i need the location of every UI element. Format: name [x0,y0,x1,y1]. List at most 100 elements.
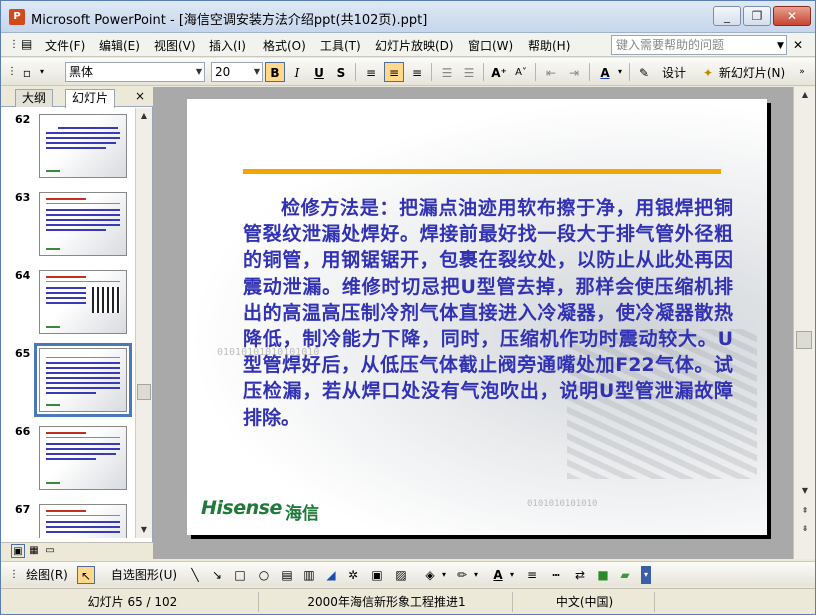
diagram-icon[interactable]: ✲ [345,566,361,584]
scroll-up-icon[interactable]: ▲ [136,108,152,124]
increase-font-icon[interactable]: A⁺ [489,62,509,82]
scroll-down-icon[interactable]: ▼ [797,483,813,499]
menu-view[interactable]: 视图(V) [154,37,196,54]
draw-menu-button[interactable]: 绘图(R) [19,566,75,584]
underline-button[interactable]: U [309,62,329,82]
document-icon[interactable]: ▤ [21,37,32,51]
menu-insert[interactable]: 插入(I) [209,37,246,54]
picture-icon[interactable]: ▨ [393,566,409,584]
toolbar-overflow-icon[interactable]: » [795,62,809,82]
restore-button[interactable]: ❐ [743,6,771,26]
thumbnail-64[interactable]: 64 [1,264,135,342]
slide-thumbnail[interactable] [39,270,127,334]
current-slide[interactable]: 01010101010101010 0101010101010 检修方法是：把漏… [187,99,767,535]
slide-thumbnail[interactable] [39,192,127,256]
line-icon[interactable]: ╲ [187,566,203,584]
slide-thumbnail[interactable] [39,426,127,490]
separator [483,63,484,81]
arrow-icon[interactable]: ↘ [209,566,225,584]
italic-button[interactable]: I [287,62,307,82]
increase-indent-icon[interactable]: ⇥ [564,62,584,82]
slide-sorter-icon[interactable]: ▦ [27,544,41,558]
help-dropdown-icon[interactable]: ▼ [777,41,784,51]
scroll-up-icon[interactable]: ▲ [797,87,813,103]
select-pointer-icon[interactable]: ↖ [77,566,95,584]
bullet-list-icon[interactable]: ☰ [459,62,479,82]
font-color-icon[interactable]: A [489,566,507,584]
scroll-thumb[interactable] [796,331,812,349]
font-name-select[interactable]: 黑体 ▼ [65,62,205,82]
wordart-icon[interactable]: ◢ [323,566,339,584]
slideshow-icon[interactable]: ▭ [43,544,57,558]
align-right-icon[interactable]: ≡ [407,62,427,82]
shadow-style-icon[interactable]: ■ [595,566,611,584]
next-slide-icon[interactable]: ⇟ [797,521,813,537]
clipart-icon[interactable]: ▣ [369,566,385,584]
panel-close-icon[interactable]: × [135,89,145,103]
font-color-icon[interactable]: A [595,62,615,82]
thumbnail-67[interactable]: 67 [1,498,135,538]
menu-slideshow[interactable]: 幻灯片放映(D) [375,37,454,54]
font-size-select[interactable]: 20 ▼ [211,62,263,82]
decrease-indent-icon[interactable]: ⇤ [541,62,561,82]
slide-body-text[interactable]: 检修方法是：把漏点油迹用软布擦于净，用银焊把铜管裂纹泄漏处焊好。焊接前最好找一段… [243,195,733,431]
new-slide-button[interactable]: 新幻灯片(N) [716,62,788,82]
tab-outline[interactable]: 大纲 [15,89,54,107]
chevron-down-icon: ▼ [253,67,260,76]
3d-style-icon[interactable]: ▰ [617,566,633,584]
slide-thumbnail[interactable] [39,504,127,538]
design-button[interactable]: 设计(S) [653,62,695,100]
normal-view-icon[interactable]: ▣ [11,544,25,558]
thumbnail-66[interactable]: 66 [1,420,135,498]
align-center-icon[interactable]: ≡ [384,62,404,82]
menu-edit[interactable]: 编辑(E) [99,37,140,54]
line-color-dropdown-icon[interactable]: ▾ [471,566,481,584]
powerpoint-window: P Microsoft PowerPoint - [海信空调安装方法介绍ppt(… [0,0,816,615]
textbox-icon[interactable]: ▤ [279,566,295,584]
dash-style-icon[interactable]: ┅ [547,566,565,584]
thumbnail-63[interactable]: 63 [1,186,135,264]
slide-number: 64 [15,269,31,282]
close-button[interactable]: ✕ [773,6,811,26]
font-color-dropdown-icon[interactable]: ▾ [615,62,625,82]
tab-slides[interactable]: 幻灯片 [65,89,116,108]
scroll-thumb[interactable] [137,384,151,400]
toolbar-options-icon[interactable]: ▾ [37,62,47,82]
new-document-icon[interactable]: ▫ [17,62,37,82]
powerpoint-app-icon[interactable]: P [9,9,25,25]
menu-window[interactable]: 窗口(W) [468,37,513,54]
scroll-down-icon[interactable]: ▼ [136,522,152,538]
slide-scrollbar[interactable]: ▲ ▼ ⇞ ⇟ [793,87,815,559]
shadow-button[interactable]: S [331,62,351,82]
fill-color-icon[interactable]: ◈ [421,566,439,584]
slide-thumbnail-selected[interactable] [34,343,132,417]
bold-button[interactable]: B [265,62,285,82]
menu-format[interactable]: 格式(O) [263,37,306,54]
line-style-icon[interactable]: ≡ [523,566,541,584]
thumbnail-scrollbar[interactable]: ▲ ▼ [135,108,152,538]
minimize-button[interactable]: _ [713,6,741,26]
status-bar: 幻灯片 65 / 102 2000年海信新形象工程推进1 中文(中国) [1,588,815,614]
font-color-dropdown-icon[interactable]: ▾ [507,566,517,584]
vertical-textbox-icon[interactable]: ▥ [301,566,317,584]
line-color-icon[interactable]: ✏ [453,566,471,584]
align-left-icon[interactable]: ≡ [361,62,381,82]
fill-color-dropdown-icon[interactable]: ▾ [439,566,449,584]
slide-thumbnail[interactable] [39,114,127,178]
toolbar-overflow-icon[interactable]: ▾ [641,566,651,584]
menu-help[interactable]: 帮助(H) [528,37,570,54]
rectangle-icon[interactable]: □ [231,566,249,584]
arrow-style-icon[interactable]: ⇄ [571,566,589,584]
previous-slide-icon[interactable]: ⇞ [797,503,813,519]
background-digits: 0101010101010 [527,499,598,509]
thumbnail-62[interactable]: 62 [1,108,135,186]
menu-tools[interactable]: 工具(T) [320,37,361,54]
autoshapes-button[interactable]: 自选图形(U) [105,566,183,584]
numbered-list-icon[interactable]: ☰ [437,62,457,82]
menu-file[interactable]: 文件(F) [45,37,85,54]
help-search-input[interactable]: 键入需要帮助的问题 [611,35,787,55]
oval-icon[interactable]: ○ [255,566,273,584]
document-close-icon[interactable]: ✕ [793,38,803,52]
decrease-font-icon[interactable]: A˅ [511,62,531,82]
thumbnail-65[interactable]: 65 [1,342,135,420]
